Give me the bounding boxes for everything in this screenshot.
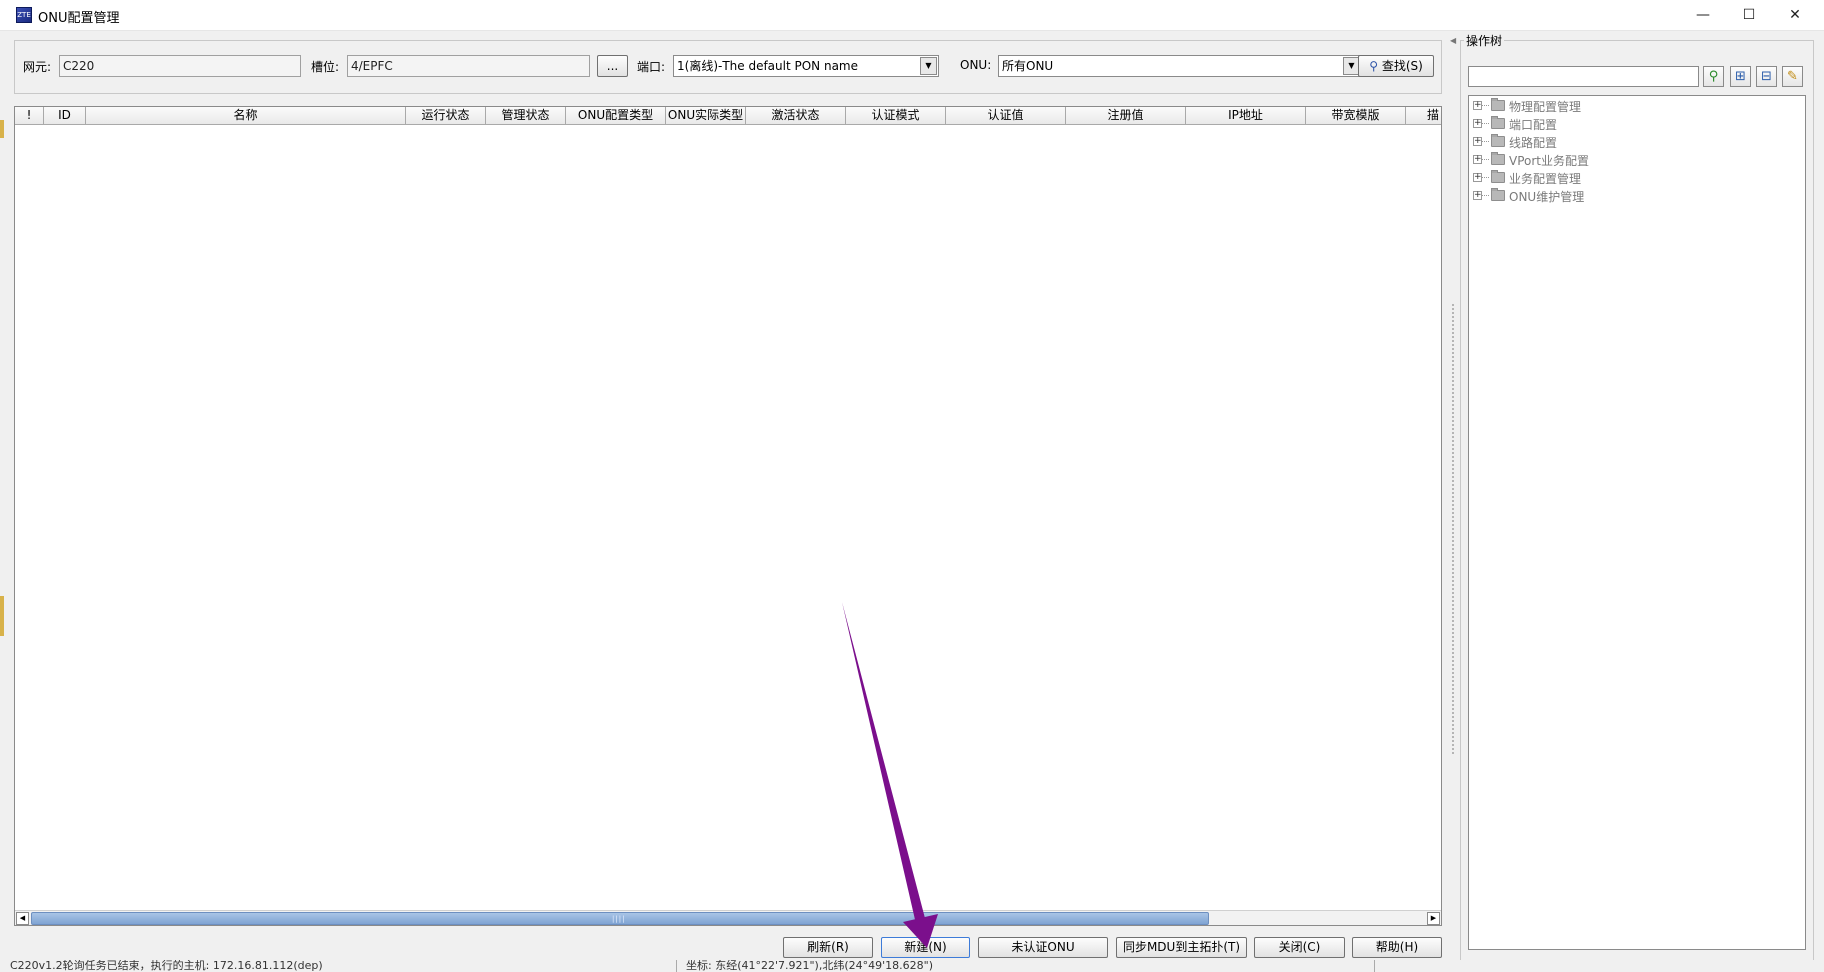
column-header-admin-state[interactable]: 管理状态	[486, 107, 566, 124]
expand-icon[interactable]: +	[1473, 101, 1482, 110]
port-select-value: 1(离线)-The default PON name	[677, 59, 859, 73]
maximize-button[interactable]: ☐	[1726, 0, 1772, 31]
slot-field[interactable]: 4/EPFC	[347, 55, 590, 77]
new-button[interactable]: 新建(N)	[881, 937, 970, 958]
column-header-config-type[interactable]: ONU配置类型	[566, 107, 666, 124]
port-label: 端口:	[637, 60, 666, 74]
operation-tree: + 物理配置管理 + 端口配置 + 线路配置 + VPort业务配置 + 业务配…	[1468, 95, 1806, 950]
column-header-bandwidth[interactable]: 带宽模版	[1306, 107, 1406, 124]
folder-icon	[1491, 134, 1505, 147]
tree-item-label: ONU维护管理	[1509, 190, 1585, 204]
expand-icon[interactable]: +	[1473, 137, 1482, 146]
tree-item-label: 线路配置	[1509, 136, 1558, 150]
close-window-button[interactable]: ✕	[1772, 0, 1818, 31]
column-header-reg-value[interactable]: 注册值	[1066, 107, 1186, 124]
filter-panel: 网元: C220 槽位: 4/EPFC ... 端口: 1(离线)-The de…	[14, 40, 1442, 94]
column-header-active-state[interactable]: 激活状态	[746, 107, 846, 124]
scroll-thumb[interactable]: ||||	[31, 912, 1209, 925]
sync-mdu-button[interactable]: 同步MDU到主拓扑(T)	[1116, 937, 1247, 958]
slot-label: 槽位:	[311, 60, 340, 74]
tree-settings-icon[interactable]: ✎	[1782, 66, 1803, 87]
onu-label: ONU:	[960, 58, 992, 72]
expand-icon[interactable]: +	[1473, 173, 1482, 182]
onu-config-window: ZTE ONU配置管理 — ☐ ✕ 网元: C220 槽位: 4/EPFC ..…	[0, 0, 1824, 972]
chevron-down-icon[interactable]: ▼	[920, 57, 937, 75]
window-title: ONU配置管理	[38, 11, 120, 26]
app-logo-icon: ZTE	[16, 7, 32, 23]
scroll-left-icon[interactable]: ◀	[16, 912, 29, 925]
tree-expand-all-icon[interactable]: ⊞	[1730, 66, 1751, 87]
tree-collapse-all-icon[interactable]: ⊟	[1756, 66, 1777, 87]
column-header-auth-mode[interactable]: 认证模式	[846, 107, 946, 124]
minimize-button[interactable]: —	[1680, 0, 1726, 31]
column-header-desc[interactable]: 描	[1406, 107, 1441, 124]
grip-icon: ||||	[612, 915, 626, 923]
status-bar: C220v1.2轮询任务已结束，执行的主机: 172.16.81.112(dep…	[0, 960, 1824, 972]
ne-label: 网元:	[23, 60, 52, 74]
folder-icon	[1491, 98, 1505, 111]
title-bar: ZTE ONU配置管理 — ☐ ✕	[0, 0, 1824, 31]
expand-icon[interactable]: +	[1473, 119, 1482, 128]
search-button-label: 查找(S)	[1381, 59, 1423, 73]
tree-item-label: VPort业务配置	[1509, 154, 1589, 168]
folder-icon	[1491, 116, 1505, 129]
column-header-auth-value[interactable]: 认证值	[946, 107, 1066, 124]
onu-table: ! ID 名称 运行状态 管理状态 ONU配置类型 ONU实际类型 激活状态 认…	[14, 106, 1442, 926]
status-separator	[676, 960, 677, 972]
scroll-right-icon[interactable]: ▶	[1427, 912, 1440, 925]
status-text-left: C220v1.2轮询任务已结束，执行的主机: 172.16.81.112(dep…	[10, 960, 323, 972]
status-separator	[1374, 960, 1375, 972]
horizontal-scrollbar[interactable]: ◀ |||| ▶	[15, 910, 1441, 925]
column-header-name[interactable]: 名称	[86, 107, 406, 124]
binoculars-icon: ⚲	[1369, 59, 1378, 73]
table-header: ! ID 名称 运行状态 管理状态 ONU配置类型 ONU实际类型 激活状态 认…	[15, 107, 1441, 125]
folder-icon	[1491, 188, 1505, 201]
port-select[interactable]: 1(离线)-The default PON name ▼	[673, 55, 939, 77]
folder-icon	[1491, 170, 1505, 183]
help-button[interactable]: 帮助(H)	[1352, 937, 1442, 958]
collapse-arrow-icon[interactable]: ◀	[1450, 36, 1456, 45]
tree-item-label: 物理配置管理	[1509, 100, 1582, 114]
expand-icon[interactable]: +	[1473, 155, 1482, 164]
panel-splitter[interactable]: ◀	[1450, 34, 1458, 966]
background-app-edge	[0, 596, 4, 636]
onu-select[interactable]: 所有ONU ▼	[998, 55, 1362, 77]
tree-item-label: 端口配置	[1509, 118, 1558, 132]
onu-select-value: 所有ONU	[1002, 59, 1054, 73]
column-header-alarm[interactable]: !	[15, 107, 44, 124]
tree-item-label: 业务配置管理	[1509, 172, 1582, 186]
status-text-right: 坐标: 东经(41°22'7.921"),北纬(24°49'18.628")	[686, 960, 934, 972]
unauth-onu-button[interactable]: 未认证ONU	[978, 937, 1108, 958]
background-app-edge	[0, 120, 4, 138]
folder-icon	[1491, 152, 1505, 165]
column-header-actual-type[interactable]: ONU实际类型	[666, 107, 746, 124]
tree-find-icon[interactable]: ⚲	[1703, 66, 1724, 87]
column-header-run-state[interactable]: 运行状态	[406, 107, 486, 124]
refresh-button[interactable]: 刷新(R)	[783, 937, 873, 958]
tree-search-input[interactable]	[1468, 66, 1699, 87]
ne-field[interactable]: C220	[59, 55, 301, 77]
browse-button[interactable]: ...	[597, 55, 628, 77]
operation-tree-title: 操作树	[1464, 32, 1505, 49]
splitter-grip	[1452, 304, 1454, 754]
column-header-ip[interactable]: IP地址	[1186, 107, 1306, 124]
close-button[interactable]: 关闭(C)	[1254, 937, 1345, 958]
search-button[interactable]: ⚲ 查找(S)	[1358, 55, 1434, 77]
expand-icon[interactable]: +	[1473, 191, 1482, 200]
column-header-id[interactable]: ID	[44, 107, 86, 124]
table-body[interactable]	[15, 126, 1441, 904]
